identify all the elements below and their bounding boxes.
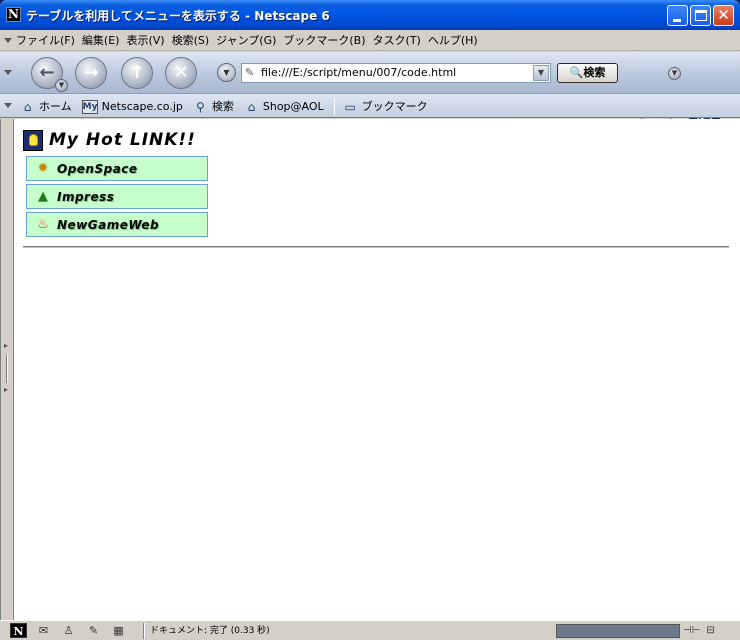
search-icon: ⚲ bbox=[195, 100, 205, 114]
menu-view[interactable]: 表示(V) bbox=[126, 33, 164, 48]
sidebar-handle[interactable] bbox=[6, 355, 8, 383]
shop-link[interactable]: ⌂ Shop@AOL bbox=[244, 100, 324, 114]
link-openspace[interactable]: ✹ OpenSpace bbox=[26, 156, 208, 181]
url-history-dropdown[interactable]: ▼ bbox=[217, 63, 236, 82]
mail-icon[interactable]: ✉ bbox=[35, 623, 52, 638]
menu-go[interactable]: ジャンプ(G) bbox=[216, 33, 276, 48]
menu-file[interactable]: ファイル(F) bbox=[16, 33, 75, 48]
search-label: 検索 bbox=[211, 100, 234, 113]
menu-search[interactable]: 検索(S) bbox=[172, 33, 210, 48]
page-proxy-icon[interactable]: ✎ bbox=[245, 66, 259, 80]
stop-icon: ✕ bbox=[173, 62, 189, 83]
fire-icon: ♨ bbox=[37, 216, 49, 232]
window-title: テーブルを利用してメニューを表示する - Netscape 6 bbox=[26, 9, 330, 23]
url-dropdown-icon[interactable]: ▼ bbox=[533, 65, 549, 81]
heading-text: My Hot LINK!! bbox=[49, 130, 196, 150]
reload-icon: ↑ bbox=[129, 62, 145, 83]
lightbulb-icon bbox=[23, 129, 43, 151]
security-lock-icon[interactable]: ⊟ bbox=[706, 624, 714, 638]
hot-link-menu: ✹ OpenSpace ▲ Impress ♨ NewGameWeb bbox=[26, 156, 208, 240]
forward-arrow-icon: → bbox=[83, 62, 99, 83]
search-button[interactable]: 🔍検索 bbox=[557, 63, 618, 83]
maximize-icon bbox=[695, 10, 707, 21]
bookmarks-label: ブックマーク bbox=[361, 100, 428, 113]
link-label: NewGameWeb bbox=[57, 217, 160, 232]
horizontal-rule bbox=[23, 246, 729, 249]
status-separator bbox=[143, 623, 145, 639]
sidebar-toggle[interactable] bbox=[1, 119, 14, 620]
home-icon: ⌂ bbox=[23, 100, 32, 114]
menu-edit[interactable]: 編集(E) bbox=[82, 33, 120, 48]
reload-button[interactable]: ↑ bbox=[121, 57, 153, 89]
link-impress[interactable]: ▲ Impress bbox=[26, 184, 208, 209]
minimize-button[interactable] bbox=[667, 5, 688, 26]
my-netscape-icon: My bbox=[81, 100, 98, 114]
magnifier-icon: 🔍 bbox=[569, 66, 584, 79]
instant-messenger-icon[interactable]: ♙ bbox=[60, 623, 77, 638]
browser-window: N テーブルを利用してメニューを表示する - Netscape 6 ✕ ファイル… bbox=[0, 0, 740, 640]
folder-icon: ▭ bbox=[344, 100, 356, 114]
tree-icon: ▲ bbox=[38, 188, 48, 204]
address-book-icon[interactable]: ▦ bbox=[110, 623, 127, 638]
menu-bookmarks[interactable]: ブックマーク(B) bbox=[283, 33, 365, 48]
stop-button[interactable]: ✕ bbox=[165, 57, 197, 89]
page-content: My Hot LINK!! ✹ OpenSpace ▲ Impress ♨ Ne… bbox=[0, 119, 740, 620]
netscape-link[interactable]: My Netscape.co.jp bbox=[81, 100, 183, 114]
status-bar: N ✉ ♙ ✎ ▦ ドキュメント: 完了 (0.33 秒) ⊣⊢ ⊟ bbox=[0, 620, 740, 640]
personal-toolbar: ⌂ ホーム My Netscape.co.jp ⚲ 検索 ⌂ Shop@AOL ▭ ブック… bbox=[0, 94, 740, 118]
navbar-collapse-grip[interactable] bbox=[2, 52, 12, 94]
close-icon: ✕ bbox=[717, 6, 730, 24]
toolbar-separator bbox=[333, 99, 335, 115]
back-arrow-icon: ← bbox=[39, 62, 55, 83]
url-bar[interactable]: ✎ file:///E:/script/menu/007/code.html ▼ bbox=[241, 63, 551, 83]
shop-label: Shop@AOL bbox=[262, 100, 324, 113]
search-button-label: 検索 bbox=[583, 66, 606, 79]
title-bar[interactable]: N テーブルを利用してメニューを表示する - Netscape 6 ✕ bbox=[0, 0, 740, 30]
menubar-collapse-grip[interactable] bbox=[2, 30, 12, 51]
page-heading: My Hot LINK!! bbox=[23, 129, 196, 151]
search-link[interactable]: ⚲ 検索 bbox=[193, 100, 234, 114]
link-label: OpenSpace bbox=[57, 161, 138, 176]
forward-button[interactable]: → bbox=[75, 57, 107, 89]
back-history-dropdown[interactable]: ▼ bbox=[55, 79, 68, 92]
status-text: ドキュメント: 完了 (0.33 秒) bbox=[150, 626, 270, 636]
link-newgameweb[interactable]: ♨ NewGameWeb bbox=[26, 212, 208, 237]
netscape-app-icon: N bbox=[6, 7, 21, 22]
menu-help[interactable]: ヘルプ(H) bbox=[428, 33, 478, 48]
minimize-icon bbox=[673, 19, 681, 22]
bookmarks-folder[interactable]: ▭ ブックマーク bbox=[343, 100, 428, 114]
maximize-button[interactable] bbox=[690, 5, 711, 26]
composer-icon[interactable]: ✎ bbox=[85, 623, 102, 638]
home-link[interactable]: ⌂ ホーム bbox=[20, 100, 72, 114]
home-label: ホーム bbox=[39, 100, 72, 113]
url-input[interactable]: file:///E:/script/menu/007/code.html bbox=[261, 66, 456, 80]
print-dropdown[interactable]: ▼ bbox=[668, 67, 681, 80]
online-status-icon[interactable]: ⊣⊢ bbox=[683, 624, 700, 638]
shop-icon: ⌂ bbox=[247, 100, 256, 114]
link-label: Impress bbox=[57, 189, 115, 204]
close-button[interactable]: ✕ bbox=[713, 5, 734, 26]
menu-bar: ファイル(F) 編集(E) 表示(V) 検索(S) ジャンプ(G) ブックマーク… bbox=[0, 30, 740, 51]
progress-bar bbox=[556, 624, 680, 638]
netscape-label: Netscape.co.jp bbox=[101, 100, 183, 113]
navigator-icon[interactable]: N bbox=[10, 623, 27, 638]
sun-icon: ✹ bbox=[37, 160, 49, 176]
personalbar-collapse-grip[interactable] bbox=[2, 94, 12, 118]
menu-tasks[interactable]: タスク(T) bbox=[373, 33, 421, 48]
